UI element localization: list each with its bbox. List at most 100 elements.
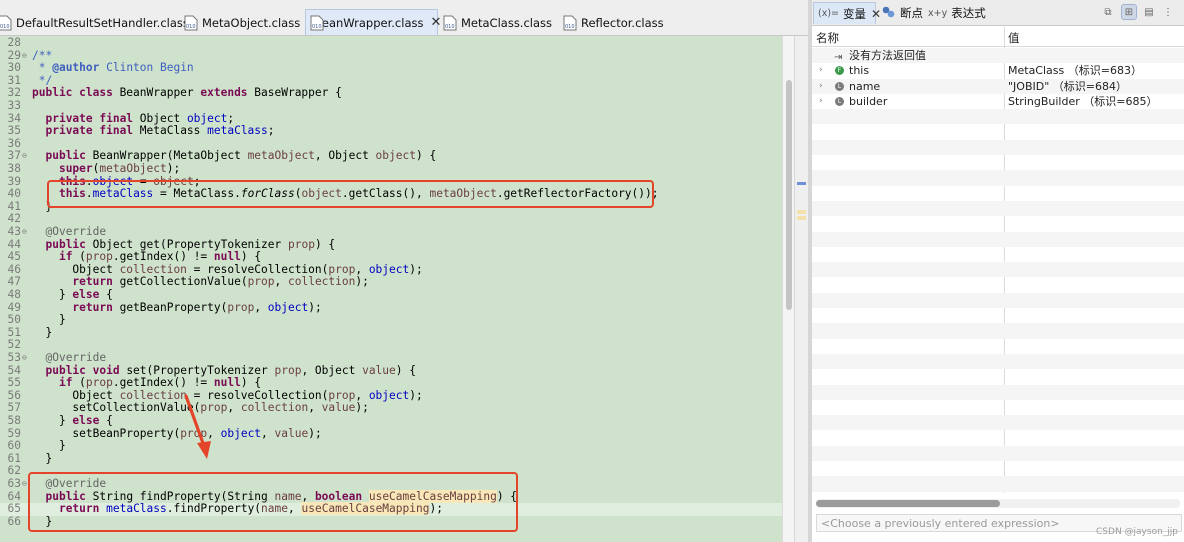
code-line[interactable]: 52 [0, 339, 782, 352]
line-number: 60 [7, 439, 21, 453]
variables-horizontal-scrollbar[interactable] [816, 499, 1180, 508]
tab-default-result-set-handler[interactable]: 010 DefaultResultSetHandler.class [0, 10, 189, 36]
tab-label: BeanWrapper.class [314, 15, 424, 30]
fold-toggle-icon[interactable]: ⊖ [22, 478, 27, 491]
code-line[interactable]: 47 return getCollectionValue(prop, colle… [0, 276, 782, 289]
tab-label: Reflector.class [581, 16, 664, 30]
code-line[interactable]: 35 private final MetaClass metaClass; [0, 124, 782, 138]
column-header-value[interactable]: 值 [1008, 30, 1020, 46]
tab-bean-wrapper[interactable]: 010 BeanWrapper.class ✕ [305, 9, 441, 35]
scrollbar-thumb[interactable] [786, 80, 792, 310]
variable-row[interactable]: › Fthis MetaClass （标识=683） [812, 63, 1184, 78]
code-text[interactable]: * @author Clinton Begin [32, 61, 194, 75]
code-line[interactable]: 60 } [0, 440, 782, 453]
code-text[interactable]: public class BeanWrapper extends BaseWra… [32, 87, 342, 100]
code-line[interactable]: 61 } [0, 452, 782, 466]
empty-row [812, 400, 1184, 415]
class-file-icon: 010 [563, 15, 577, 31]
code-line[interactable]: 28 [0, 36, 782, 50]
occurrence-mark[interactable] [797, 182, 806, 185]
svg-text:010: 010 [186, 24, 196, 30]
code-line[interactable]: 42 [0, 213, 782, 226]
line-number: 48 [7, 288, 21, 301]
view-menu-icon[interactable]: ⋮ [1160, 4, 1176, 20]
tab-reflector[interactable]: 010 Reflector.class [563, 10, 664, 36]
code-text[interactable]: private final MetaClass metaClass; [32, 124, 274, 138]
fold-toggle-icon[interactable]: ⊖ [22, 150, 27, 163]
fold-toggle-icon[interactable]: ⊖ [22, 226, 27, 239]
code-text[interactable]: } else { [32, 414, 113, 428]
code-line[interactable]: 43 ⊖ @Override [0, 225, 782, 239]
svg-text:010: 010 [565, 24, 575, 30]
occurrence-mark[interactable] [797, 210, 806, 214]
class-file-icon: 010 [443, 15, 457, 31]
expand-icon[interactable]: › [819, 94, 823, 109]
code-editor[interactable]: 010 DefaultResultSetHandler.class 010 Me… [0, 0, 810, 542]
column-header-name[interactable]: 名称 [816, 30, 839, 46]
empty-row [812, 476, 1184, 492]
empty-row [812, 354, 1184, 370]
close-icon[interactable]: ✕ [430, 15, 441, 30]
code-line[interactable]: 51 } [0, 326, 782, 340]
code-text[interactable]: return getBeanProperty(prop, object); [32, 301, 321, 315]
variable-name: name [849, 79, 881, 93]
tab-label: DefaultResultSetHandler.class [16, 16, 189, 30]
empty-row [812, 216, 1184, 231]
empty-row [812, 431, 1184, 446]
empty-row [812, 278, 1184, 293]
occurrence-mark[interactable] [797, 216, 806, 220]
tab-breakpoints[interactable]: 断点 [882, 2, 923, 24]
variable-row[interactable]: ⇥ 没有方法返回值 [812, 48, 1184, 64]
layout-icon[interactable]: ▤ [1141, 4, 1157, 20]
code-line[interactable]: 30 * @author Clinton Begin [0, 61, 782, 75]
scrollbar-thumb[interactable] [816, 500, 1000, 507]
code-text[interactable]: } [32, 452, 52, 466]
code-text[interactable]: } [32, 326, 52, 340]
line-number: 35 [7, 124, 21, 138]
line-number: 50 [7, 313, 21, 327]
collapse-all-icon[interactable]: ⧉ [1100, 4, 1116, 20]
code-text[interactable]: } [32, 440, 66, 453]
code-line[interactable]: 49 return getBeanProperty(prop, object); [0, 301, 782, 315]
line-number: 45 [7, 250, 21, 264]
variable-row[interactable]: › Lname "JOBID" （标识=684） [812, 78, 1184, 94]
close-icon[interactable]: ✕ [871, 7, 881, 21]
code-line[interactable]: 59 setBeanProperty(prop, object, value); [0, 427, 782, 441]
editor-tab-bar: 010 DefaultResultSetHandler.class 010 Me… [0, 0, 810, 36]
tab-meta-class[interactable]: 010 MetaClass.class [443, 10, 552, 36]
empty-row [812, 415, 1184, 431]
line-number: 66 [7, 514, 21, 528]
code-line[interactable]: 32 public class BeanWrapper extends BaseW… [0, 87, 782, 100]
tab-meta-object[interactable]: 010 MetaObject.class [184, 10, 300, 36]
expand-icon[interactable]: › [819, 79, 823, 94]
code-text[interactable]: setBeanProperty(prop, object, value); [32, 427, 321, 441]
annotation-box-find-property [28, 472, 518, 532]
tab-label: MetaClass.class [461, 16, 553, 30]
svg-text:010: 010 [445, 24, 455, 30]
tab-variables[interactable]: (x)= 变量 ✕ [813, 2, 881, 24]
code-line[interactable]: 57 setCollectionValue(prop, collection, … [0, 402, 782, 415]
code-line[interactable]: 48 } else { [0, 288, 782, 302]
overview-ruler[interactable] [794, 36, 808, 542]
code-line[interactable]: 58 } else { [0, 414, 782, 428]
fold-toggle-icon[interactable]: ⊖ [22, 352, 27, 365]
class-file-icon: 010 [0, 15, 12, 31]
show-type-names-icon[interactable]: ⊞ [1121, 4, 1137, 20]
variables-icon: (x)= [818, 8, 839, 19]
fold-toggle-icon[interactable]: ⊖ [22, 50, 27, 63]
line-number: 65 [7, 502, 21, 516]
empty-row [812, 445, 1184, 462]
editor-vertical-scrollbar[interactable] [782, 36, 794, 542]
variable-value: MetaClass （标识=683） [1008, 64, 1142, 78]
empty-row [812, 262, 1184, 278]
line-number: 38 [7, 162, 21, 175]
empty-row [812, 308, 1184, 323]
variable-value: "JOBID" （标识=684） [1008, 79, 1127, 93]
expand-icon[interactable]: › [819, 63, 823, 78]
tab-expressions[interactable]: x+y 表达式 [928, 2, 986, 24]
code-text[interactable]: } [32, 314, 66, 327]
code-line[interactable]: 50 } [0, 314, 782, 327]
variable-row[interactable]: › Lbuilder StringBuilder （标识=685） [812, 94, 1184, 109]
tab-label: 断点 [900, 6, 923, 20]
code-area[interactable]: 28 29 ⊖/** 30 * @author Clinton Begin 31 */3… [0, 36, 782, 542]
